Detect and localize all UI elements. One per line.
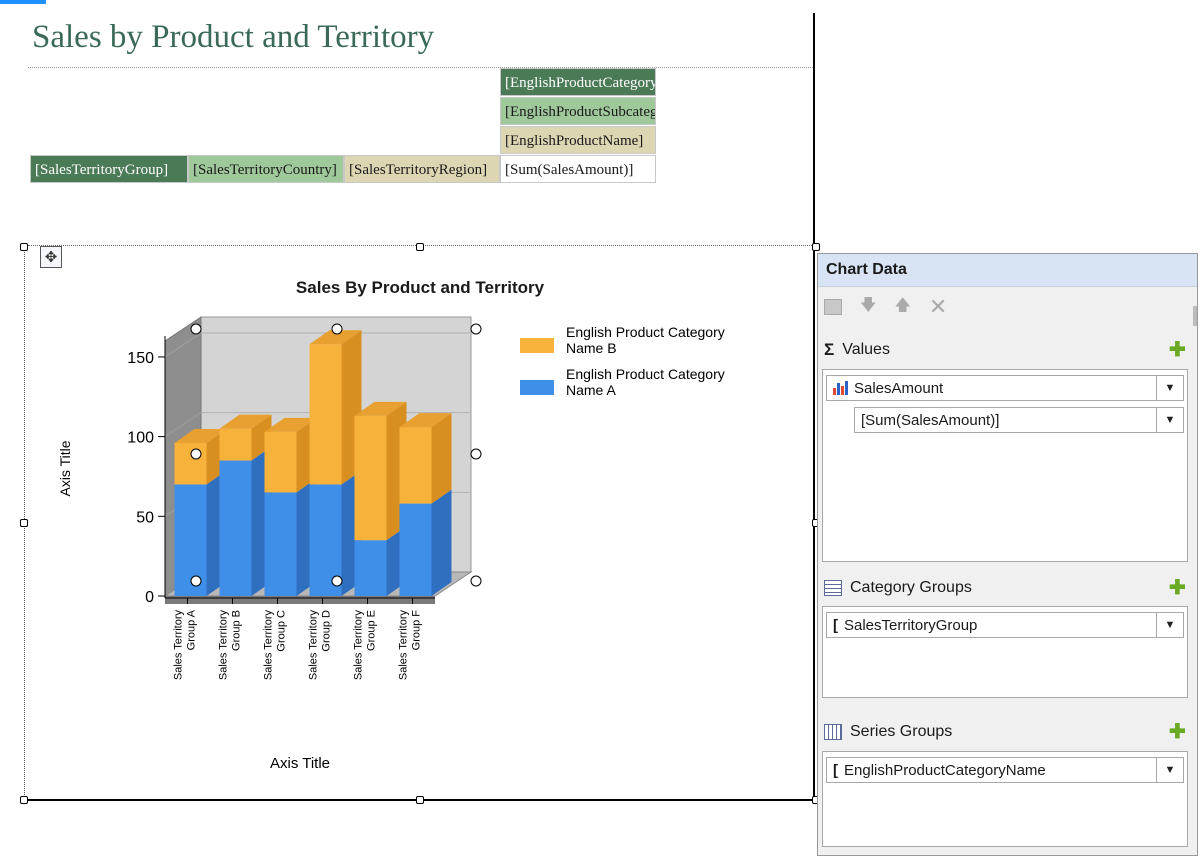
legend-label: Name B bbox=[566, 340, 617, 356]
resize-handle[interactable] bbox=[416, 796, 424, 804]
chart[interactable]: Sales By Product and Territory 0 50 100 150 A… bbox=[30, 256, 800, 791]
x-tick-label: Sales Territory bbox=[263, 610, 275, 681]
bar-segment bbox=[354, 415, 387, 541]
panel-scrollbar[interactable] bbox=[1193, 306, 1197, 326]
panel-title: Chart Data bbox=[818, 254, 1197, 287]
values-field-dropdown[interactable]: SalesAmount ▼ bbox=[826, 375, 1184, 401]
legend-swatch bbox=[520, 380, 554, 395]
chart-title: Sales By Product and Territory bbox=[296, 278, 545, 297]
series-label: Series Groups bbox=[850, 723, 953, 740]
bar-segment bbox=[399, 427, 432, 504]
bar-segment bbox=[264, 492, 297, 596]
series-field-dropdown[interactable]: [ EnglishProductCategoryName ▼ bbox=[826, 757, 1184, 783]
legend-label: English Product Category bbox=[566, 324, 725, 340]
plot-area-handle bbox=[331, 323, 343, 335]
resize-handle[interactable] bbox=[812, 243, 820, 251]
category-field-label: SalesTerritoryGroup bbox=[844, 616, 978, 634]
matrix-column-header-product[interactable]: [EnglishProductName] bbox=[500, 126, 656, 154]
tab-indicator bbox=[0, 0, 46, 4]
chart-icon bbox=[833, 381, 848, 395]
bar-side bbox=[431, 489, 452, 596]
legend-label: English Product Category bbox=[566, 366, 725, 382]
bar-segment bbox=[399, 503, 432, 596]
dropdown-arrow-icon[interactable]: ▼ bbox=[1156, 376, 1183, 400]
dropdown-arrow-icon[interactable]: ▼ bbox=[1156, 613, 1183, 637]
list-icon bbox=[824, 580, 842, 596]
resize-handle[interactable] bbox=[416, 243, 424, 251]
y-tick-label: 150 bbox=[127, 350, 154, 367]
bar-segment bbox=[219, 428, 252, 461]
y-tick-label: 100 bbox=[127, 430, 154, 447]
x-tick-label: Group E bbox=[366, 610, 378, 651]
x-tick-label: Sales Territory bbox=[218, 610, 230, 681]
plot-area-handle bbox=[190, 323, 202, 335]
plot-area-handle bbox=[470, 575, 482, 587]
x-tick-label: Sales Territory bbox=[308, 610, 320, 681]
y-axis-title: Axis Title bbox=[57, 440, 73, 496]
arrow-up-icon[interactable]: 🡅 bbox=[894, 294, 910, 321]
floor-edge bbox=[165, 596, 435, 604]
resize-handle[interactable] bbox=[20, 796, 28, 804]
plot-area-handle bbox=[331, 575, 343, 587]
x-axis-title: Axis Title bbox=[270, 755, 330, 772]
report-title[interactable]: Sales by Product and Territory bbox=[32, 19, 434, 56]
bar-segment bbox=[174, 484, 207, 596]
bar-side bbox=[431, 413, 452, 504]
values-expression-label: [Sum(SalesAmount)] bbox=[861, 411, 1000, 429]
values-expression-dropdown[interactable]: [Sum(SalesAmount)] ▼ bbox=[854, 407, 1184, 433]
table-icon bbox=[824, 724, 842, 740]
values-label: Values bbox=[842, 341, 890, 358]
x-tick-label: Group B bbox=[231, 610, 243, 651]
plus-icon[interactable]: ✚ bbox=[1169, 722, 1186, 742]
matrix-row-header-country[interactable]: [SalesTerritoryCountry] bbox=[188, 155, 344, 183]
matrix-row-header-region[interactable]: [SalesTerritoryRegion] bbox=[344, 155, 500, 183]
bar-segment bbox=[354, 540, 387, 596]
y-tick-label: 0 bbox=[145, 589, 154, 606]
dropdown-arrow-icon[interactable]: ▼ bbox=[1156, 408, 1183, 432]
plot-area-handle bbox=[190, 575, 202, 587]
resize-handle[interactable] bbox=[20, 243, 28, 251]
plus-icon[interactable]: ✚ bbox=[1169, 340, 1186, 360]
x-tick-label: Group D bbox=[321, 610, 333, 652]
bar-segment bbox=[309, 344, 342, 485]
matrix-column-header-category[interactable]: [EnglishProductCategoryName] bbox=[500, 68, 656, 96]
sigma-icon: Σ bbox=[824, 340, 835, 359]
values-section-header: Σ Values bbox=[824, 338, 890, 362]
chart-data-panel: Chart Data 🡇 🡅 ✕ Σ Values ✚ SalesAmount … bbox=[817, 253, 1198, 856]
plot-area-handle bbox=[470, 323, 482, 335]
legend-label: Name A bbox=[566, 382, 616, 398]
panel-toolbar: 🡇 🡅 ✕ bbox=[824, 294, 947, 320]
series-field-label: EnglishProductCategoryName bbox=[844, 761, 1046, 779]
series-section-header: Series Groups bbox=[824, 720, 952, 744]
legend-swatch bbox=[520, 338, 554, 353]
matrix-data-cell[interactable]: [Sum(SalesAmount)] bbox=[500, 155, 656, 183]
dropdown-arrow-icon[interactable]: ▼ bbox=[1156, 758, 1183, 782]
x-tick-label: Sales Territory bbox=[398, 610, 410, 681]
category-label: Category Groups bbox=[850, 579, 972, 596]
plot-area-handle bbox=[470, 448, 482, 460]
x-tick-label: Sales Territory bbox=[173, 610, 185, 681]
bar-segment bbox=[219, 460, 252, 596]
y-tick-label: 50 bbox=[136, 509, 154, 526]
x-tick-label: Group F bbox=[411, 610, 423, 651]
title-divider bbox=[28, 67, 813, 68]
x-tick-label: Group C bbox=[276, 610, 288, 652]
matrix-row-header-group[interactable]: [SalesTerritoryGroup] bbox=[30, 155, 188, 183]
x-tick-label: Sales Territory bbox=[353, 610, 365, 681]
plot-area-handle bbox=[190, 448, 202, 460]
values-field-label: SalesAmount bbox=[854, 379, 944, 397]
arrow-down-icon[interactable]: 🡇 bbox=[860, 294, 876, 321]
properties-icon[interactable] bbox=[824, 299, 842, 315]
bar-segment bbox=[174, 443, 207, 485]
category-field-dropdown[interactable]: [ SalesTerritoryGroup ▼ bbox=[826, 612, 1184, 638]
category-section-header: Category Groups bbox=[824, 576, 972, 600]
plus-icon[interactable]: ✚ bbox=[1169, 578, 1186, 598]
bar-segment bbox=[264, 431, 297, 493]
x-tick-label: Group A bbox=[186, 609, 198, 650]
close-icon[interactable]: ✕ bbox=[929, 294, 947, 320]
resize-handle[interactable] bbox=[20, 519, 28, 527]
matrix-column-header-subcategory[interactable]: [EnglishProductSubcategoryName] bbox=[500, 97, 656, 125]
